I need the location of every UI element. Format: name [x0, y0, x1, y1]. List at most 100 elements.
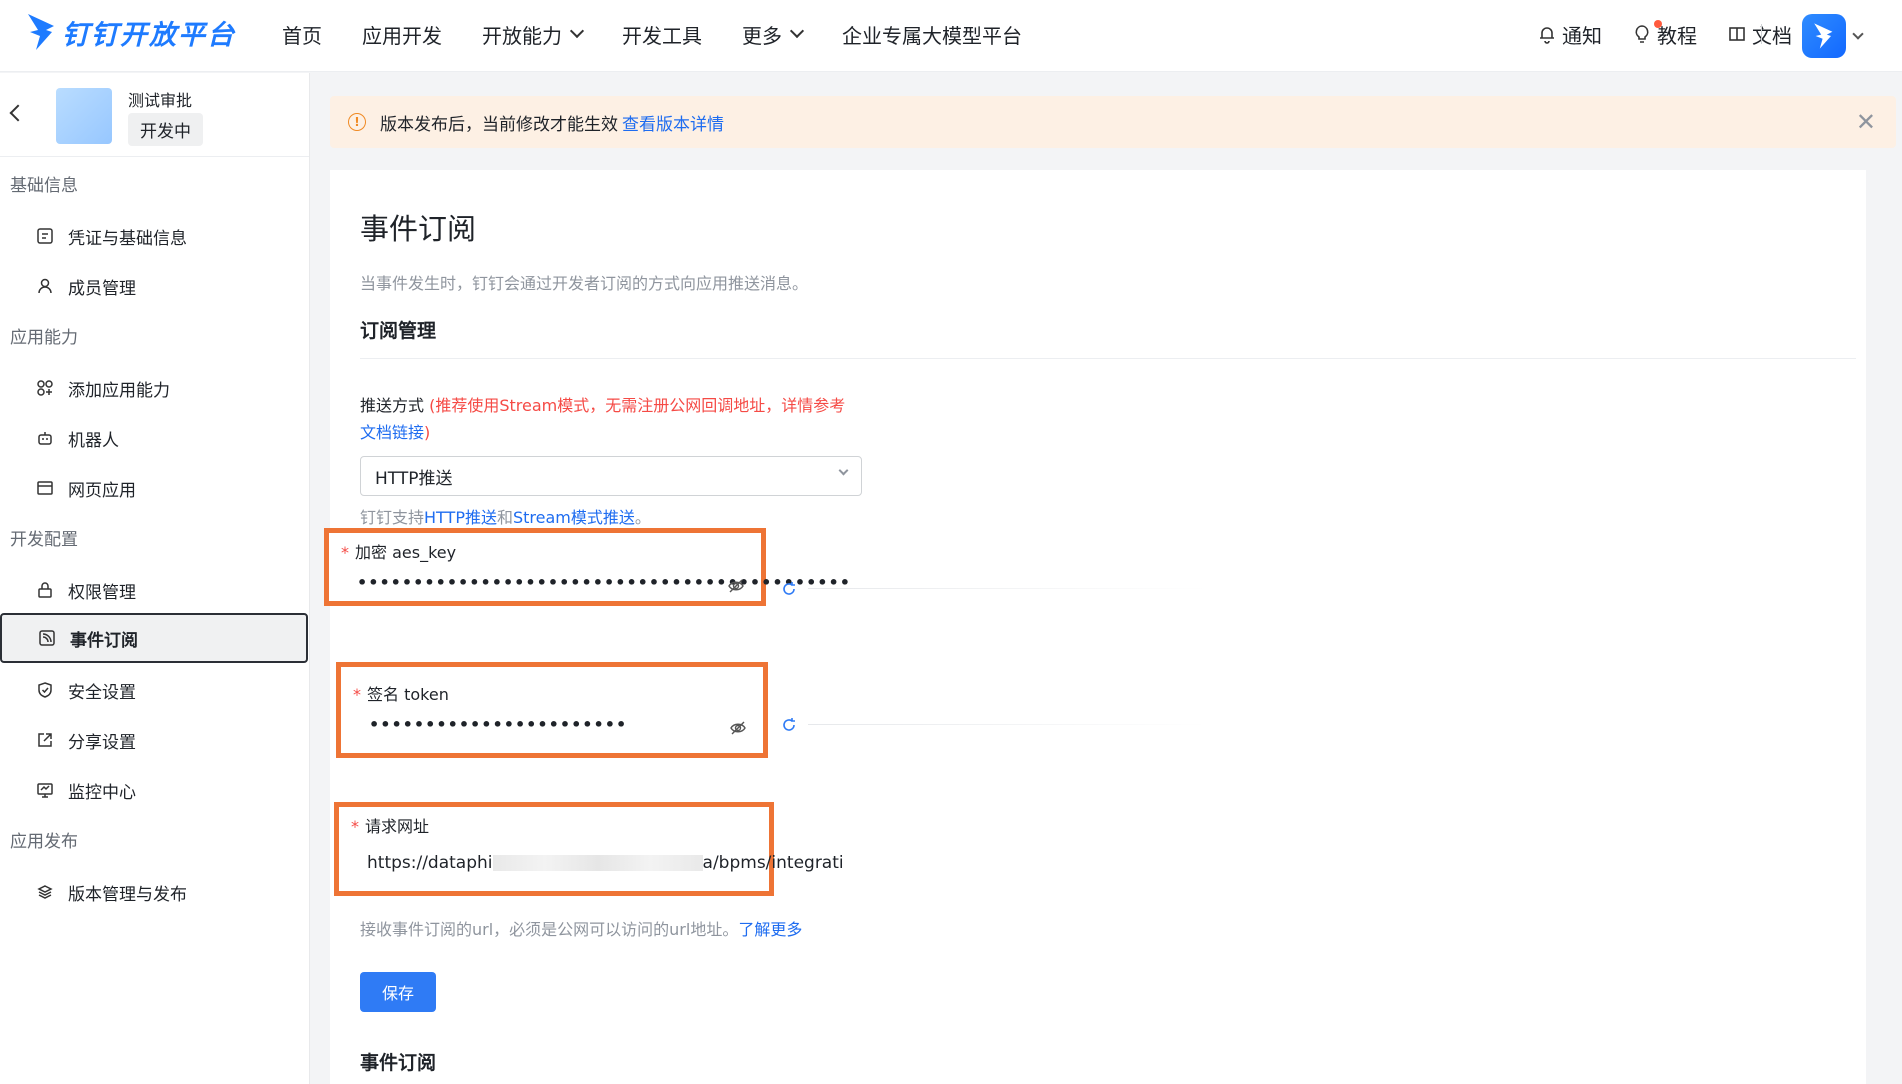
- info-icon: !: [348, 113, 366, 131]
- aes-key-input[interactable]: ••••••••••••••••••••••••••••••••••••••••…: [357, 573, 851, 592]
- chevron-down-icon: [789, 23, 805, 39]
- nav-llm-platform[interactable]: 企业专属大模型平台: [842, 18, 1022, 50]
- nav-open-capabilities[interactable]: 开放能力: [482, 18, 585, 50]
- request-url-input[interactable]: https://dataphi a/bpms/integrati: [367, 853, 844, 873]
- refresh-icon[interactable]: [780, 716, 798, 734]
- app-name: 测试审批: [128, 91, 193, 110]
- nav-more[interactable]: 更多: [742, 18, 805, 50]
- app-header: 测试审批 开发中: [0, 73, 309, 157]
- sidebar-item-version-release[interactable]: 版本管理与发布: [0, 869, 308, 915]
- docs-label: 文档: [1752, 23, 1792, 48]
- http-push-link[interactable]: HTTP推送: [424, 508, 497, 527]
- dingtalk-logo-icon: [28, 14, 54, 50]
- browser-icon: [37, 481, 53, 495]
- lock-icon: [38, 582, 52, 598]
- monitor-icon: [37, 783, 53, 798]
- sidebar-item-security[interactable]: 安全设置: [0, 667, 308, 713]
- eye-hidden-icon[interactable]: [729, 719, 747, 737]
- group-title-dev-config: 开发配置: [10, 530, 78, 550]
- sidebar-item-label: 网页应用: [68, 480, 136, 501]
- sidebar-item-robot[interactable]: 机器人: [0, 415, 308, 461]
- shield-icon: [38, 682, 52, 698]
- sidebar-item-share[interactable]: 分享设置: [0, 717, 308, 763]
- token-label-text: 签名 token: [367, 685, 449, 704]
- token-input[interactable]: •••••••••••••••••••••••: [369, 715, 627, 734]
- sidebar-item-label: 监控中心: [68, 782, 136, 803]
- aes-key-label-text: 加密 aes_key: [355, 543, 457, 562]
- feed-icon: [39, 630, 55, 646]
- chevron-down-icon: [1852, 28, 1864, 40]
- url-tip-text: 接收事件订阅的url，必须是公网可以访问的url地址。: [360, 920, 739, 939]
- sidebar-item-monitor[interactable]: 监控中心: [0, 767, 308, 813]
- url-tip: 接收事件订阅的url，必须是公网可以访问的url地址。了解更多: [360, 916, 802, 940]
- sidebar-item-label: 成员管理: [68, 278, 136, 299]
- section-title: 订阅管理: [360, 320, 437, 342]
- url-suffix: a/bpms/integrati: [702, 853, 844, 873]
- robot-icon: [38, 432, 52, 445]
- nav-label: 开发工具: [622, 23, 702, 48]
- aes-key-field-box: * 加密 aes_key ••••••••••••••••••••••••••••…: [324, 528, 850, 606]
- sidebar-item-web-app[interactable]: 网页应用: [0, 465, 308, 511]
- nav-app-dev[interactable]: 应用开发: [362, 18, 442, 50]
- url-label: * 请求网址: [351, 817, 430, 836]
- tip-text: 和: [496, 508, 513, 527]
- url-field-box: * 请求网址 https://dataphi a/bpms/integrati: [334, 802, 844, 896]
- tutorial-link[interactable]: 教程: [1632, 18, 1697, 50]
- banner-text: 版本发布后，当前修改才能生效: [380, 114, 618, 135]
- sidebar: 测试审批 开发中 基础信息 凭证与基础信息 成员管理 应用能力 添加应用能力 机…: [0, 73, 310, 1084]
- eye-hidden-icon[interactable]: [727, 577, 745, 595]
- logo[interactable]: 钉钉开放平台: [26, 10, 236, 54]
- share-icon: [38, 733, 52, 747]
- sidebar-item-permissions[interactable]: 权限管理: [0, 567, 308, 613]
- aes-key-label: * 加密 aes_key: [341, 543, 457, 562]
- sidebar-item-label: 版本管理与发布: [68, 884, 187, 905]
- avatar: [1802, 14, 1846, 58]
- learn-more-link[interactable]: 了解更多: [738, 920, 802, 939]
- main-card: 事件订阅 当事件发生时，钉钉会通过开发者订阅的方式向应用推送消息。 订阅管理 推…: [324, 170, 1866, 1084]
- chevron-down-icon: [569, 23, 585, 39]
- sidebar-item-label: 安全设置: [68, 682, 136, 703]
- save-button[interactable]: 保存: [360, 972, 436, 1012]
- user-icon: [38, 278, 52, 294]
- apps-grid-icon: [37, 380, 53, 396]
- docs-link[interactable]: 文档: [1727, 18, 1792, 50]
- tutorial-label: 教程: [1657, 23, 1697, 48]
- sidebar-item-label: 分享设置: [68, 732, 136, 753]
- dingtalk-avatar-icon: [1814, 23, 1833, 49]
- layers-icon: [37, 885, 53, 899]
- banner-link[interactable]: 查看版本详情: [622, 110, 724, 135]
- logo-text: 钉钉开放平台: [62, 19, 236, 51]
- stream-push-link[interactable]: Stream模式推送: [513, 508, 635, 527]
- back-arrow-icon[interactable]: [9, 104, 27, 122]
- sidebar-item-label: 机器人: [68, 430, 119, 451]
- sidebar-item-event-subscription[interactable]: 事件订阅: [0, 613, 308, 663]
- nav-label: 首页: [282, 23, 322, 48]
- url-label-text: 请求网址: [365, 817, 430, 836]
- sidebar-item-members[interactable]: 成员管理: [0, 263, 308, 309]
- refresh-icon[interactable]: [780, 580, 798, 598]
- url-prefix: https://dataphi: [367, 853, 493, 873]
- sidebar-item-credentials[interactable]: 凭证与基础信息: [0, 213, 308, 259]
- right-nav: 通知 教程 文档: [1537, 18, 1792, 50]
- group-title-release: 应用发布: [10, 832, 78, 852]
- section-divider: [360, 358, 1856, 359]
- nav-label: 企业专属大模型平台: [842, 23, 1022, 48]
- nav-home[interactable]: 首页: [282, 18, 322, 50]
- nav-dev-tools[interactable]: 开发工具: [622, 18, 702, 50]
- version-banner: ! 版本发布后，当前修改才能生效 查看版本详情 ✕: [330, 96, 1896, 148]
- tip-text: 钉钉支持: [360, 508, 425, 527]
- user-menu[interactable]: [1802, 14, 1864, 58]
- push-hint-doc-link[interactable]: 文档链接: [360, 423, 424, 442]
- sidebar-item-add-capability[interactable]: 添加应用能力: [0, 365, 308, 411]
- book-icon: [1729, 27, 1745, 41]
- token-field-box: * 签名 token •••••••••••••••••••••••: [336, 662, 768, 758]
- lightbulb-icon: [1635, 25, 1649, 43]
- nav-divider: [1761, 24, 1762, 44]
- push-hint: 推荐使用Stream模式，无需注册公网回调地址，详情参考: [435, 396, 846, 415]
- notification-dot: [1654, 20, 1662, 28]
- bell-icon: [1540, 27, 1554, 44]
- notify-link[interactable]: 通知: [1537, 18, 1602, 50]
- push-method-select[interactable]: HTTP推送: [360, 456, 862, 496]
- sidebar-item-label: 事件订阅: [70, 630, 138, 651]
- close-icon[interactable]: ✕: [1856, 110, 1876, 134]
